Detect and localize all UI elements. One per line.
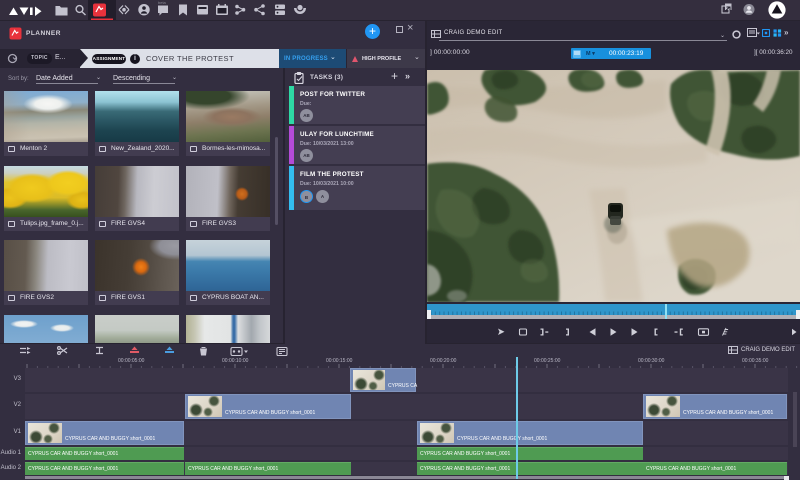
svg-text:beta: beta (158, 0, 167, 5)
